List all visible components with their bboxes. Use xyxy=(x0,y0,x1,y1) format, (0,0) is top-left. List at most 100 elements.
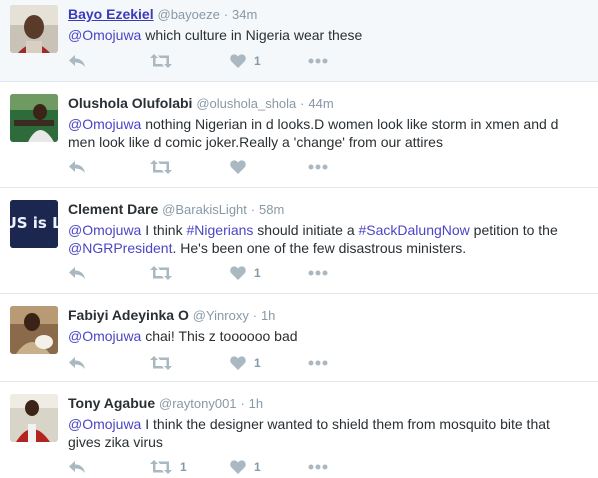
separator-dot: · xyxy=(223,7,229,22)
retweet-button[interactable]: 1 xyxy=(150,459,230,475)
more-dots-icon xyxy=(308,360,328,366)
author-name[interactable]: Clement Dare xyxy=(68,201,158,217)
more-dots-icon xyxy=(308,164,328,170)
retweet-icon xyxy=(150,160,172,174)
reply-button[interactable] xyxy=(68,265,150,281)
tweet-actions: 1 xyxy=(68,265,328,281)
reply-button[interactable] xyxy=(68,459,150,475)
author-name[interactable]: Fabiyi Adeyinka O xyxy=(68,307,189,323)
more-button[interactable] xyxy=(308,355,328,371)
like-count: 1 xyxy=(254,460,261,474)
retweet-button[interactable] xyxy=(150,265,230,281)
reply-icon xyxy=(68,160,86,174)
more-dots-icon xyxy=(308,464,328,470)
mention-link[interactable]: @NGRPresident xyxy=(68,240,172,256)
retweet-icon xyxy=(150,460,172,474)
heart-icon xyxy=(230,460,246,474)
tweet-text-part: . He's been one of the few disastrous mi… xyxy=(172,240,467,256)
reply-icon xyxy=(68,356,86,370)
reply-icon xyxy=(68,54,86,68)
more-button[interactable] xyxy=(308,459,328,475)
like-count: 1 xyxy=(254,356,261,370)
author-handle[interactable]: @olushola_shola xyxy=(196,96,296,111)
tweet-text-part: should initiate a xyxy=(253,222,359,238)
mention-link[interactable]: @Omojuwa xyxy=(68,416,141,432)
heart-icon xyxy=(230,160,246,174)
tweet-text: @Omojuwa which culture in Nigeria wear t… xyxy=(68,26,586,44)
author-handle[interactable]: @Yinroxy xyxy=(193,308,249,323)
tweet-text: @Omojuwa chai! This z toooooo bad xyxy=(68,327,586,345)
avatar[interactable] xyxy=(10,306,58,354)
like-count: 1 xyxy=(254,266,261,280)
tweet-timestamp[interactable]: 1h xyxy=(261,308,275,323)
tweet-actions: 1 xyxy=(68,53,328,69)
mention-link[interactable]: @Omojuwa xyxy=(68,222,141,238)
tweet-text-part: which culture in Nigeria wear these xyxy=(141,27,363,43)
tweet-text: @Omojuwa I think #Nigerians should initi… xyxy=(68,221,586,257)
tweet-item[interactable]: Tony Agabue @raytony001 · 1h @Omojuwa I … xyxy=(0,382,598,478)
like-button[interactable]: 1 xyxy=(230,53,308,69)
hashtag-link[interactable]: #Nigerians xyxy=(186,222,253,238)
author-name[interactable]: Tony Agabue xyxy=(68,395,155,411)
hashtag-link[interactable]: #SackDalungNow xyxy=(359,222,470,238)
avatar[interactable]: JESUS is Lord xyxy=(10,200,58,248)
reply-button[interactable] xyxy=(68,159,150,175)
tweet-text-part: petition to the xyxy=(469,222,558,238)
avatar-badge-text: JESUS is Lord xyxy=(10,214,58,232)
tweet-item[interactable]: Olushola Olufolabi @olushola_shola · 44m… xyxy=(0,82,598,188)
more-dots-icon xyxy=(308,270,328,276)
author-handle[interactable]: @raytony001 xyxy=(159,396,237,411)
tweet-actions xyxy=(68,159,328,175)
more-button[interactable] xyxy=(308,265,328,281)
like-button[interactable]: 1 xyxy=(230,459,308,475)
separator-dot: · xyxy=(240,396,245,411)
avatar[interactable] xyxy=(10,5,58,53)
heart-icon xyxy=(230,54,246,68)
heart-icon xyxy=(230,266,246,280)
tweet-item[interactable]: JESUS is Lord Clement Dare @BarakisLight… xyxy=(0,188,598,294)
tweet-text-part: I think xyxy=(141,222,187,238)
retweet-icon xyxy=(150,54,172,68)
reply-icon xyxy=(68,266,86,280)
tweet-item[interactable]: Fabiyi Adeyinka O @Yinroxy · 1h @Omojuwa… xyxy=(0,294,598,382)
reply-button[interactable] xyxy=(68,355,150,371)
author-name[interactable]: Bayo Ezekiel xyxy=(68,6,154,22)
reply-icon xyxy=(68,460,86,474)
like-button[interactable]: 1 xyxy=(230,265,308,281)
retweet-icon xyxy=(150,266,172,280)
tweet-timestamp[interactable]: 58m xyxy=(259,202,284,217)
tweet-timestamp[interactable]: 1h xyxy=(249,396,263,411)
retweet-button[interactable] xyxy=(150,159,230,175)
avatar[interactable] xyxy=(10,94,58,142)
like-count: 1 xyxy=(254,54,261,68)
tweet-timestamp[interactable]: 44m xyxy=(308,96,333,111)
author-handle[interactable]: @BarakisLight xyxy=(162,202,247,217)
tweet-timeline: Bayo Ezekiel @bayoeze · 34m @Omojuwa whi… xyxy=(0,0,598,478)
author-handle[interactable]: @bayoeze xyxy=(158,7,220,22)
separator-dot: · xyxy=(250,202,256,217)
retweet-icon xyxy=(150,356,172,370)
separator-dot: · xyxy=(252,308,258,323)
tweet-text-part: chai! This z toooooo bad xyxy=(141,328,298,344)
retweet-button[interactable] xyxy=(150,355,230,371)
retweet-count: 1 xyxy=(180,460,187,474)
mention-link[interactable]: @Omojuwa xyxy=(68,116,141,132)
more-dots-icon xyxy=(308,58,328,64)
tweet-timestamp[interactable]: 34m xyxy=(232,7,257,22)
mention-link[interactable]: @Omojuwa xyxy=(68,328,141,344)
like-button[interactable]: 1 xyxy=(230,355,308,371)
tweet-text: @Omojuwa nothing Nigerian in d looks.D w… xyxy=(68,115,586,151)
author-name[interactable]: Olushola Olufolabi xyxy=(68,95,192,111)
like-button[interactable] xyxy=(230,159,308,175)
separator-dot: · xyxy=(300,96,305,111)
more-button[interactable] xyxy=(308,53,328,69)
reply-button[interactable] xyxy=(68,53,150,69)
retweet-button[interactable] xyxy=(150,53,230,69)
tweet-item[interactable]: Bayo Ezekiel @bayoeze · 34m @Omojuwa whi… xyxy=(0,0,598,82)
heart-icon xyxy=(230,356,246,370)
more-button[interactable] xyxy=(308,159,328,175)
tweet-text-part: nothing Nigerian in d looks.D women look… xyxy=(68,116,559,150)
avatar[interactable] xyxy=(10,394,58,442)
mention-link[interactable]: @Omojuwa xyxy=(68,27,141,43)
tweet-actions: 1 1 xyxy=(68,459,328,475)
